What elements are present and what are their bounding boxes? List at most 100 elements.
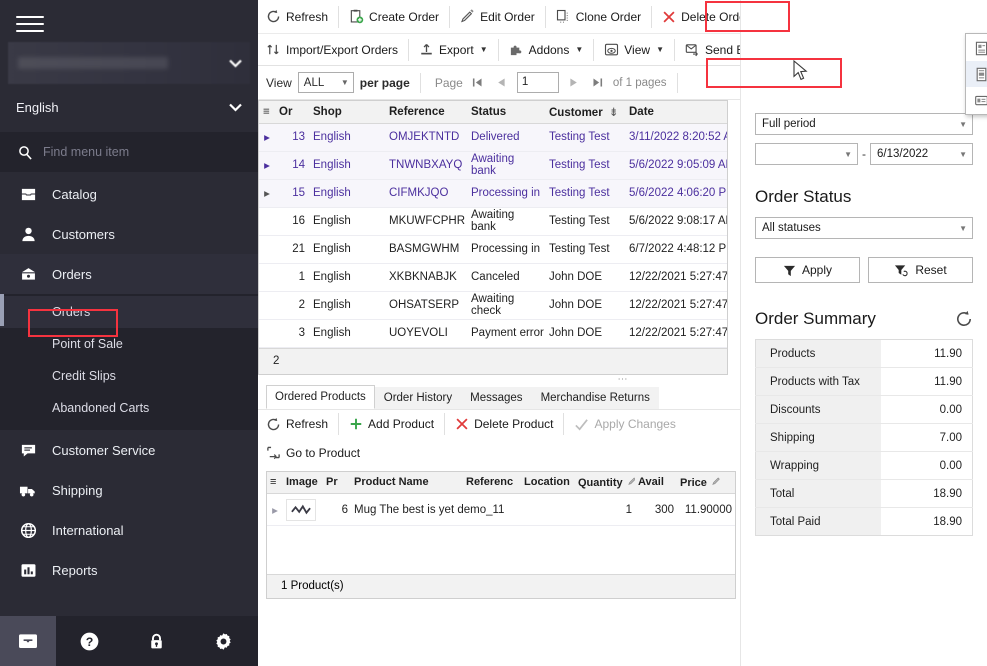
column-header-reference[interactable]: Referenc bbox=[463, 471, 521, 494]
sidebar-item-orders-list[interactable]: Orders bbox=[0, 296, 258, 328]
refresh-icon[interactable] bbox=[955, 310, 973, 328]
column-header-customer[interactable]: Customer ⇟ bbox=[545, 101, 625, 124]
sidebar-item-credit-slips[interactable]: Credit Slips bbox=[0, 360, 258, 392]
orders-submenu: Orders Point of Sale Credit Slips Abando… bbox=[0, 294, 258, 430]
sidebar-item-abandoned-carts[interactable]: Abandoned Carts bbox=[0, 392, 258, 424]
products-table-body: ▸ 6 Mug The best is yet demo_11 1 300 11… bbox=[267, 493, 735, 526]
sidebar-item-customer-service[interactable]: Customer Service bbox=[0, 430, 258, 470]
go-to-product-button[interactable]: Go to Product bbox=[258, 439, 368, 467]
column-header-price[interactable]: Price bbox=[677, 471, 735, 494]
table-row[interactable]: ▸ 6 Mug The best is yet demo_11 1 300 11… bbox=[267, 493, 735, 526]
search-input[interactable]: Find menu item bbox=[0, 132, 258, 172]
page-input[interactable]: 1 bbox=[516, 72, 559, 93]
date-range-row: ▼ - 6/13/2022 ▼ bbox=[755, 143, 973, 165]
sidebar-item-international[interactable]: International bbox=[0, 510, 258, 550]
summary-row: Total 18.90 bbox=[755, 479, 973, 508]
column-header-id[interactable]: Or bbox=[275, 101, 309, 124]
column-header-date[interactable]: Date bbox=[625, 101, 727, 124]
product-refresh-button[interactable]: Refresh bbox=[258, 410, 336, 439]
cell-shop: English bbox=[309, 263, 385, 292]
period-select[interactable]: Full period ▼ bbox=[755, 113, 973, 135]
edit-order-button[interactable]: Edit Order bbox=[452, 0, 543, 33]
column-header-reference[interactable]: Reference bbox=[385, 101, 467, 124]
help-icon[interactable]: ? bbox=[56, 616, 123, 666]
view-button[interactable]: View ▼ bbox=[596, 34, 672, 65]
menu-toggle-icon[interactable] bbox=[16, 16, 44, 32]
cell-id: 15 bbox=[275, 179, 309, 208]
row-expander-icon[interactable]: ▸ bbox=[259, 151, 275, 180]
create-order-button[interactable]: Create Order bbox=[341, 0, 447, 33]
first-page-icon[interactable] bbox=[469, 73, 487, 93]
sidebar-item-point-of-sale[interactable]: Point of Sale bbox=[0, 328, 258, 360]
reset-button[interactable]: Reset bbox=[868, 257, 973, 283]
orders-grid-footer: 2 bbox=[259, 347, 727, 374]
sidebar-item-catalog[interactable]: Catalog bbox=[0, 174, 258, 214]
clone-order-button[interactable]: Clone Order bbox=[548, 0, 649, 33]
apply-changes-button[interactable]: Apply Changes bbox=[566, 410, 683, 439]
add-product-button[interactable]: Add Product bbox=[341, 410, 442, 439]
sidebar-item-reports[interactable]: Reports bbox=[0, 550, 258, 590]
column-header-product-name[interactable]: Product Name bbox=[351, 471, 463, 494]
last-page-icon[interactable] bbox=[589, 73, 607, 93]
gear-icon[interactable] bbox=[190, 616, 257, 666]
table-row[interactable]: 21 English BASMGWHM Processing in Testin… bbox=[259, 235, 727, 264]
menu-item-receipt[interactable]: Receipt bbox=[966, 61, 987, 87]
menu-item-delivery-slip[interactable]: Delivery Slip bbox=[966, 87, 987, 113]
table-row[interactable]: 16 English MKUWFCPHR Awaiting bank Testi… bbox=[259, 207, 727, 236]
cell-customer: Testing Test bbox=[545, 179, 625, 208]
row-expander-icon[interactable]: ▸ bbox=[267, 493, 283, 526]
column-header-status[interactable]: Status bbox=[467, 101, 545, 124]
row-expander-icon[interactable]: ▸ bbox=[259, 179, 275, 208]
tab-messages[interactable]: Messages bbox=[461, 386, 532, 409]
date-from-select[interactable]: ▼ bbox=[755, 143, 858, 165]
tab-merchandise-returns[interactable]: Merchandise Returns bbox=[531, 386, 659, 409]
column-header-pr[interactable]: Pr bbox=[323, 471, 351, 494]
orders-grid: ≡ Or Shop Reference Status Customer ⇟ Da… bbox=[258, 100, 728, 375]
export-button[interactable]: Export ▼ bbox=[411, 34, 496, 65]
shop-selector[interactable] bbox=[8, 42, 250, 84]
refresh-button[interactable]: Refresh bbox=[258, 0, 336, 33]
filter-buttons: Apply Reset bbox=[755, 257, 973, 283]
table-row[interactable]: ▸ 13 English OMJEKTNTD Delivered Testing… bbox=[259, 123, 727, 152]
column-header-image[interactable]: Image bbox=[283, 471, 323, 494]
table-row[interactable]: ▸ 14 English TNWNBXAYQ Awaiting bank Tes… bbox=[259, 151, 727, 180]
column-header-available[interactable]: Avail bbox=[635, 471, 677, 494]
menu-item-invoice[interactable]: Invoice bbox=[966, 35, 987, 61]
next-page-icon[interactable] bbox=[565, 73, 583, 93]
table-row[interactable]: 2 English OHSATSERP Awaiting check John … bbox=[259, 291, 727, 320]
tab-ordered-products[interactable]: Ordered Products bbox=[266, 384, 375, 409]
cell-price[interactable]: 11.90000 bbox=[677, 493, 735, 526]
tab-order-history[interactable]: Order History bbox=[374, 386, 462, 409]
column-header-location[interactable]: Location bbox=[521, 471, 575, 494]
sidebar-item-customers[interactable]: Customers bbox=[0, 214, 258, 254]
date-to-select[interactable]: 6/13/2022 ▼ bbox=[870, 143, 973, 165]
table-row[interactable]: ▸ 15 English CIFMKJQO Processing in Test… bbox=[259, 179, 727, 208]
import-export-orders-button[interactable]: Import/Export Orders bbox=[258, 34, 406, 65]
sidebar-item-orders[interactable]: Orders bbox=[0, 254, 258, 294]
delete-order-button[interactable]: Delete Orde bbox=[654, 0, 754, 33]
row-expander-icon[interactable]: ▸ bbox=[259, 123, 275, 152]
delete-product-button[interactable]: Delete Product bbox=[447, 410, 561, 439]
language-selector[interactable]: English bbox=[8, 90, 250, 124]
sidebar-item-shipping[interactable]: Shipping bbox=[0, 470, 258, 510]
column-chooser-icon[interactable]: ≡ bbox=[267, 471, 283, 494]
sidebar: English Find menu item Catalog Customers… bbox=[0, 0, 258, 666]
lock-icon[interactable] bbox=[123, 616, 190, 666]
divider bbox=[444, 413, 446, 435]
column-header-quantity[interactable]: Quantity bbox=[575, 471, 635, 494]
panel-top-spacer bbox=[755, 0, 973, 113]
per-page-select[interactable]: ALL ▼ bbox=[297, 72, 354, 93]
table-row[interactable]: 3 English UOYEVOLI Payment error John DO… bbox=[259, 319, 727, 348]
prev-page-icon[interactable] bbox=[493, 73, 511, 93]
apply-button[interactable]: Apply bbox=[755, 257, 860, 283]
status-select[interactable]: All statuses ▼ bbox=[755, 217, 973, 239]
addons-button[interactable]: Addons ▼ bbox=[501, 34, 592, 65]
column-header-shop[interactable]: Shop bbox=[309, 101, 385, 124]
cell-shop: English bbox=[309, 319, 385, 348]
table-row[interactable]: 1 English XKBKNABJK Canceled John DOE 12… bbox=[259, 263, 727, 292]
cell-customer: Testing Test bbox=[545, 151, 625, 180]
filter-panel: Full period ▼ ▼ - 6/13/2022 ▼ Order Stat… bbox=[740, 0, 987, 666]
archive-icon[interactable] bbox=[0, 616, 56, 666]
cell-quantity[interactable]: 1 bbox=[575, 493, 635, 526]
column-chooser-icon[interactable]: ≡ bbox=[259, 101, 275, 124]
